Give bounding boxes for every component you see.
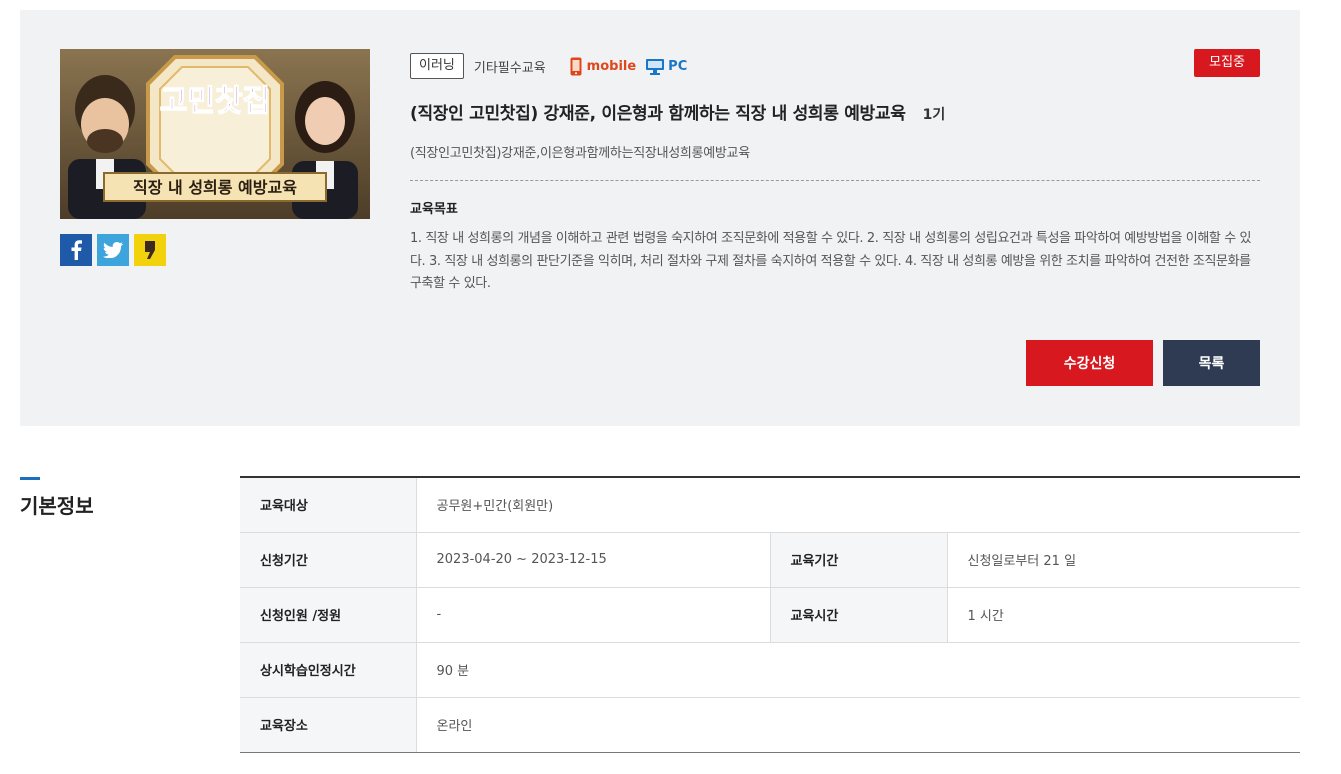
share-buttons — [60, 234, 166, 266]
target-value: 공무원+민간(회원만) — [416, 477, 1300, 533]
status-badge: 모집중 — [1194, 49, 1260, 77]
pc-monitor-icon — [646, 58, 665, 75]
thumbnail-caption: 직장 내 성희롱 예방교육 — [133, 178, 297, 197]
goal-text: 1. 직장 내 성희롱의 개념을 이해하고 관련 법령을 숙지하여 조직문화에 … — [410, 231, 1252, 291]
goal-heading: 교육목표 — [410, 202, 458, 217]
section-title: 기본정보 — [20, 494, 94, 518]
kakaostory-share-button[interactable] — [134, 234, 166, 266]
apply-period-value: 2023-04-20 ~ 2023-12-15 — [416, 532, 771, 588]
pc-label: PC — [668, 58, 688, 74]
applicants-value: - — [416, 587, 771, 643]
mobile-label: mobile — [586, 58, 637, 74]
table-row: 상시학습인정시간 90 분 — [240, 642, 1300, 698]
edu-period-label: 교육기간 — [770, 532, 948, 588]
kakaostory-icon — [145, 241, 155, 259]
table-row: 신청인원 /정원 - 교육시간 1 시간 — [240, 587, 1300, 643]
edu-hours-value: 1 시간 — [947, 587, 1300, 643]
course-term: 1기 — [922, 107, 946, 123]
divider — [410, 180, 1260, 181]
basic-info-table: 교육대상 공무원+민간(회원만) 신청기간 2023-04-20 ~ 2023-… — [240, 476, 1300, 753]
mobile-phone-icon — [570, 57, 582, 75]
course-category: 기타필수교육 — [473, 60, 546, 76]
course-title: (직장인 고민찻집) 강재준, 이은형과 함께하는 직장 내 성희롱 예방교육 — [410, 104, 906, 124]
twitter-icon — [103, 242, 123, 258]
facebook-icon — [71, 240, 82, 260]
section-accent-bar — [20, 477, 40, 480]
facebook-share-button[interactable] — [60, 234, 92, 266]
course-meta: 이러닝 기타필수교육 mobile PC — [410, 52, 1260, 80]
recognized-time-label: 상시학습인정시간 — [240, 642, 417, 698]
course-subtitle: (직장인고민찻집)강재준,이은형과함께하는직장내성희롱예방교육 — [410, 146, 750, 161]
course-summary-panel: 고민찻집 직장 내 성희롱 예방교육 모집중 이러닝 기타필수교육 mobile… — [20, 10, 1300, 426]
course-info: 모집중 이러닝 기타필수교육 mobile PC (직장인 고민찻집) 강재준,… — [410, 49, 1260, 296]
twitter-share-button[interactable] — [97, 234, 129, 266]
recognized-time-value: 90 분 — [416, 642, 1300, 698]
applicants-label: 신청인원 /정원 — [240, 587, 417, 643]
edu-period-value: 신청일로부터 21 일 — [947, 532, 1300, 588]
table-row: 신청기간 2023-04-20 ~ 2023-12-15 교육기간 신청일로부터… — [240, 532, 1300, 588]
table-row: 교육대상 공무원+민간(회원만) — [240, 477, 1300, 533]
apply-period-label: 신청기간 — [240, 532, 417, 588]
edu-hours-label: 교육시간 — [770, 587, 948, 643]
list-button[interactable]: 목록 — [1163, 340, 1260, 386]
place-label: 교육장소 — [240, 697, 417, 753]
thumbnail-logo-text: 고민찻집 — [160, 84, 270, 119]
course-thumbnail: 고민찻집 직장 내 성희롱 예방교육 — [60, 49, 370, 219]
course-title-row: (직장인 고민찻집) 강재준, 이은형과 함께하는 직장 내 성희롱 예방교육 … — [410, 99, 1260, 124]
target-label: 교육대상 — [240, 477, 417, 533]
device-support: mobile PC — [570, 57, 688, 76]
apply-button[interactable]: 수강신청 — [1026, 340, 1153, 386]
table-row: 교육장소 온라인 — [240, 697, 1300, 753]
course-type-tag: 이러닝 — [410, 53, 464, 79]
place-value: 온라인 — [416, 697, 1300, 753]
